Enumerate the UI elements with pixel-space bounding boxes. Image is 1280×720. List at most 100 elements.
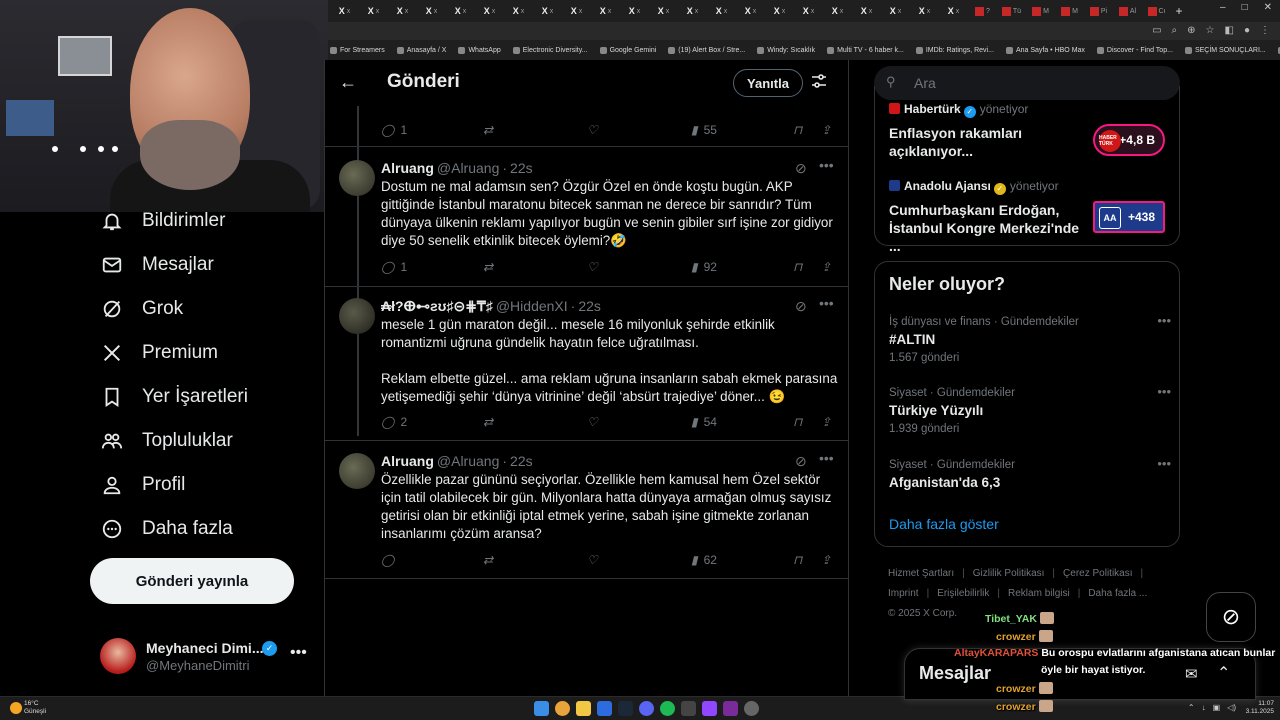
new-tab-button[interactable]: + [1171,4,1187,18]
browser-tab[interactable]: Xx [475,2,504,20]
footer-link[interactable]: Daha fazla ... [1088,588,1147,599]
obs-icon[interactable] [702,701,717,716]
trend-item[interactable]: İş dünyası ve finans · Gündemdekiler #AL… [889,313,1171,364]
share-action[interactable]: ⇪ [821,415,831,429]
browser-tab[interactable]: Xx [620,2,649,20]
share-action[interactable]: ⇪ [821,260,831,274]
browser-tab[interactable]: ? [968,2,997,20]
browser-tab[interactable]: Tü [997,2,1026,20]
reply-action[interactable]: ◯ [381,553,400,567]
bookmark-link[interactable]: Ana Sayfa • HBO Max [1005,46,1085,54]
like-action[interactable]: ♡ [587,415,598,429]
browser-tab[interactable]: Xx [910,2,939,20]
live-listeners-pill[interactable]: HABER TÜRK +4,8 B [1093,124,1165,156]
browser-tab[interactable]: Xx [591,2,620,20]
avatar[interactable] [339,453,375,489]
nav-grok[interactable]: Grok [100,295,183,323]
like-action[interactable]: ♡ [587,553,598,567]
filter-icon[interactable] [811,73,827,93]
bookmark-link[interactable]: Google Gemini [599,46,656,54]
reply-action[interactable]: ◯ 2 [381,415,407,429]
account-more-icon[interactable]: ••• [290,644,307,662]
reply-button[interactable]: Yanıtla [733,69,803,97]
close-window-icon[interactable]: ✕ [1264,2,1272,13]
nav-messages[interactable]: Mesajlar [100,251,214,279]
browser-tab[interactable]: Al [1113,2,1142,20]
browser-tab[interactable]: Xx [649,2,678,20]
footer-link[interactable]: Çerez Politikası [1063,568,1132,579]
chevron-up-icon[interactable]: ⌃ [1188,703,1195,712]
new-message-icon[interactable]: ✉ [1185,665,1198,683]
browser-tab[interactable]: Xx [794,2,823,20]
translate-icon[interactable]: ⊕ [1187,25,1195,36]
browser-tab[interactable]: Xx [533,2,562,20]
trend-more-icon[interactable]: ••• [1157,384,1171,399]
like-action[interactable]: ♡ [587,123,598,137]
browser-tab[interactable]: M [1055,2,1084,20]
avatar[interactable] [339,160,375,196]
retweet-action[interactable]: ⇄ [483,415,493,429]
views-action[interactable]: ▮ 55 [691,123,717,137]
footer-link[interactable]: Erişilebilirlik [937,588,989,599]
more-options-icon[interactable]: ••• [819,157,834,173]
grok-icon[interactable]: ⊘ [795,453,807,470]
tweet-author[interactable]: Alruang [381,453,434,469]
footer-link[interactable]: Hizmet Şartları [888,568,954,579]
nav-profile[interactable]: Profil [100,471,185,499]
views-action[interactable]: ▮ 62 [691,553,717,567]
browser-tab[interactable]: Xx [446,2,475,20]
browser-tab[interactable]: Xx [707,2,736,20]
browser-tab[interactable]: Xx [388,2,417,20]
grok-fab-button[interactable]: ⊘ [1206,592,1256,642]
browser-tab[interactable]: Xx [765,2,794,20]
bookmark-link[interactable]: Windy: Sıcaklık [757,46,815,54]
minimize-icon[interactable]: – [1220,2,1226,13]
trend-more-icon[interactable]: ••• [1157,456,1171,471]
zoom-icon[interactable]: ⌕ [1172,25,1178,36]
address-bar[interactable]: ▭ ⌕ ⊕ ☆ ◧ ● ⋮ [328,22,1280,40]
share-action[interactable]: ⇪ [821,553,831,567]
profile-icon[interactable]: ● [1244,25,1250,36]
live-listeners-pill[interactable]: AA +438 [1093,201,1165,233]
trend-more-icon[interactable]: ••• [1157,313,1171,328]
browser-tab[interactable]: Xx [678,2,707,20]
star-icon[interactable]: ☆ [1206,25,1215,36]
share-action[interactable]: ⇪ [821,123,831,137]
bookmark-link[interactable]: SEÇİM SONUÇLARI... [1184,46,1266,54]
retweet-action[interactable]: ⇄ [483,260,493,274]
bookmark-action[interactable]: ⊓ [793,553,802,567]
pin-icon[interactable]: ↓ [1202,703,1206,712]
chrome-icon[interactable] [555,701,570,716]
browser-tab[interactable]: Xx [852,2,881,20]
browser-tab[interactable]: Xx [359,2,388,20]
settings-icon[interactable] [744,701,759,716]
footer-link[interactable]: Reklam bilgisi [1008,588,1070,599]
menu-icon[interactable]: ⋮ [1260,25,1270,36]
nav-notifications[interactable]: Bildirimler [100,207,225,235]
tweet-handle[interactable]: @Alruang [437,160,499,176]
spotify-icon[interactable] [660,701,675,716]
nav-premium[interactable]: Premium [100,339,218,367]
discord-icon[interactable] [639,701,654,716]
reply-action[interactable]: ◯ 1 [381,260,407,274]
bookmark-link[interactable]: Electronic Diversity... [512,46,588,54]
footer-link[interactable]: Imprint [888,588,919,599]
bookmark-action[interactable]: ⊓ [793,260,802,274]
store-icon[interactable] [597,701,612,716]
browser-tab[interactable]: M [1026,2,1055,20]
bookmark-link[interactable]: (19) Alert Box / Stre... [668,46,745,54]
retweet-action[interactable]: ⇄ [483,553,493,567]
bookmark-link[interactable]: Multi TV - 6 haber k... [827,46,904,54]
bookmark-action[interactable]: ⊓ [793,123,802,137]
tweet-handle[interactable]: @Alruang [437,453,499,469]
tweet-author[interactable]: Alruang [381,160,434,176]
reply-action[interactable]: ◯ 1 [381,123,407,137]
views-action[interactable]: ▮ 92 [691,260,717,274]
tweet-author[interactable]: ₳ł?ⴲ⊷ƨʊ♯⊝⋕₸♯ [381,298,493,314]
clock[interactable]: 11:07 3.11.2025 [1246,700,1274,716]
browser-tab[interactable]: Xx [939,2,968,20]
nav-bookmarks[interactable]: Yer İşaretleri [100,383,248,411]
maximize-icon[interactable]: □ [1242,2,1248,13]
browser-tab[interactable]: Xx [417,2,446,20]
bookmark-link[interactable]: IMDb: Ratings, Revi... [915,46,994,54]
